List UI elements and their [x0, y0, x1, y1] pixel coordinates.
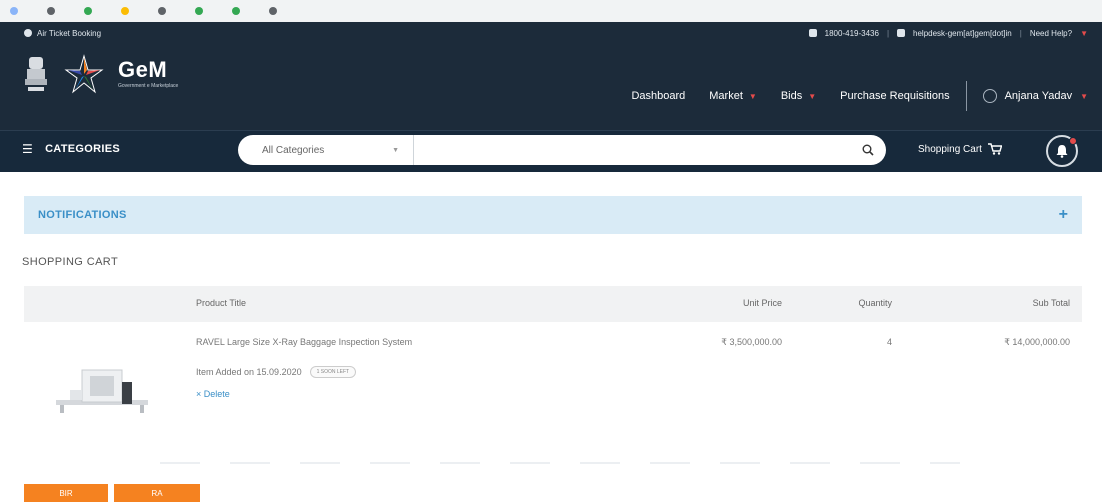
bookmark-icon — [47, 7, 55, 15]
column-sub-total: Sub Total — [1032, 298, 1070, 308]
chevron-down-icon: ▼ — [748, 91, 757, 101]
category-select[interactable]: All Categories ▼ — [238, 135, 414, 165]
chevron-down-icon: ▼ — [808, 91, 817, 101]
divider — [160, 462, 960, 464]
need-help-link[interactable]: Need Help? — [1030, 29, 1072, 38]
brand-logo[interactable]: GeM Government e Marketplace — [22, 52, 178, 96]
user-circle-icon — [982, 89, 997, 103]
browser-bookmarks-bar — [0, 0, 1102, 22]
helpline-phone: 1800-419-3436 — [824, 28, 879, 38]
bookmark-icon — [121, 7, 129, 15]
search-bar: All Categories ▼ — [238, 135, 886, 165]
bookmark-item[interactable] — [158, 7, 171, 15]
bookmark-item[interactable] — [84, 7, 97, 15]
bookmark-item[interactable] — [121, 7, 134, 15]
cart-table-header: Product Title Unit Price Quantity Sub To… — [24, 286, 1082, 322]
mail-icon — [897, 29, 906, 37]
user-name: Anjana Yadav — [1004, 90, 1073, 102]
chevron-down-icon: ▼ — [1080, 28, 1088, 38]
column-unit-price: Unit Price — [742, 298, 782, 308]
search-input[interactable] — [414, 135, 850, 165]
nav-bids-label: Bids — [780, 90, 803, 102]
chevron-down-icon: ▼ — [392, 146, 399, 154]
nav-purchase-requisitions-label: Purchase Requisitions — [840, 90, 950, 102]
item-added-date: Item Added on 15.09.2020 — [196, 367, 302, 377]
page-title: SHOPPING CART — [22, 256, 119, 268]
user-menu[interactable]: Anjana Yadav ▼ — [971, 89, 1088, 103]
bid-button[interactable]: BIR — [24, 484, 108, 502]
categories-menu[interactable]: ☰ CATEGORIES — [22, 142, 120, 156]
bookmark-item[interactable] — [269, 7, 282, 15]
stock-badge: 1 SOON LEFT — [309, 366, 357, 378]
bell-icon — [1056, 145, 1068, 158]
table-row: RAVEL Large Size X-Ray Baggage Inspectio… — [24, 322, 1082, 432]
chevron-down-icon: ▼ — [1080, 91, 1088, 101]
search-button[interactable] — [850, 135, 886, 165]
bookmark-item[interactable] — [47, 7, 60, 15]
hamburger-icon: ☰ — [22, 142, 34, 156]
air-ticket-link[interactable]: Air Ticket Booking — [24, 29, 101, 38]
ra-button[interactable]: RA — [114, 484, 200, 502]
gem-star-logo — [64, 54, 104, 94]
bookmark-icon — [195, 7, 203, 15]
divider: | — [886, 28, 890, 38]
notifications-bell[interactable] — [1046, 135, 1078, 167]
sub-total: ₹ 14,000,000.00 — [1004, 337, 1070, 347]
plane-icon — [24, 29, 32, 37]
nav-dashboard-label: Dashboard — [631, 90, 686, 102]
main-navigation: Dashboard Market ▼ Bids ▼ Purchase Requi… — [619, 78, 1088, 114]
air-ticket-label: Air Ticket Booking — [37, 28, 102, 38]
shopping-cart-label: Shopping Cart — [918, 143, 982, 155]
product-title[interactable]: RAVEL Large Size X-Ray Baggage Inspectio… — [196, 337, 412, 347]
secondary-navbar: ☰ CATEGORIES All Categories ▼ Shopping C… — [0, 130, 1102, 172]
bookmark-item[interactable] — [195, 7, 208, 15]
category-select-value: All Categories — [262, 144, 325, 156]
logo-wordmark: GeM — [118, 57, 168, 82]
shopping-cart-link[interactable]: Shopping Cart — [918, 143, 1002, 155]
notifications-panel-toggle[interactable]: NOTIFICATIONS + — [24, 196, 1082, 234]
helpdesk-email[interactable]: helpdesk-gem[at]gem[dot]in — [913, 29, 1012, 38]
column-product-title: Product Title — [196, 298, 247, 308]
bookmark-item[interactable] — [232, 7, 245, 15]
nav-market-label: Market — [709, 90, 743, 102]
nav-dashboard[interactable]: Dashboard — [619, 90, 697, 102]
delete-item-link[interactable]: × Delete — [196, 389, 230, 399]
bookmark-icon — [10, 7, 18, 15]
nav-market[interactable]: Market ▼ — [697, 90, 769, 102]
phone-icon — [808, 29, 817, 37]
column-quantity: Quantity — [858, 298, 892, 308]
product-image[interactable] — [52, 360, 152, 420]
bookmark-icon — [84, 7, 92, 15]
unread-indicator — [1069, 137, 1077, 145]
bookmark-icon — [158, 7, 166, 15]
bookmark-item[interactable] — [10, 7, 23, 15]
categories-label: CATEGORIES — [45, 143, 120, 155]
nav-divider — [965, 81, 967, 111]
national-emblem-icon — [22, 52, 50, 96]
notifications-title: NOTIFICATIONS — [38, 209, 127, 221]
cart-icon — [987, 143, 1002, 155]
nav-purchase-requisitions[interactable]: Purchase Requisitions — [828, 90, 961, 102]
nav-bids[interactable]: Bids ▼ — [769, 90, 828, 102]
logo-subtitle: Government e Marketplace — [118, 83, 179, 89]
bookmark-icon — [232, 7, 240, 15]
header-utility-bar: Air Ticket Booking 1800-419-3436 | helpd… — [0, 22, 1102, 44]
plus-icon: + — [1058, 206, 1068, 223]
divider: | — [1019, 28, 1022, 38]
site-header: Air Ticket Booking 1800-419-3436 | helpd… — [0, 22, 1102, 130]
search-icon — [862, 144, 874, 156]
bookmark-icon — [269, 7, 277, 15]
unit-price: ₹ 3,500,000.00 — [721, 337, 782, 347]
quantity: 4 — [886, 337, 892, 347]
